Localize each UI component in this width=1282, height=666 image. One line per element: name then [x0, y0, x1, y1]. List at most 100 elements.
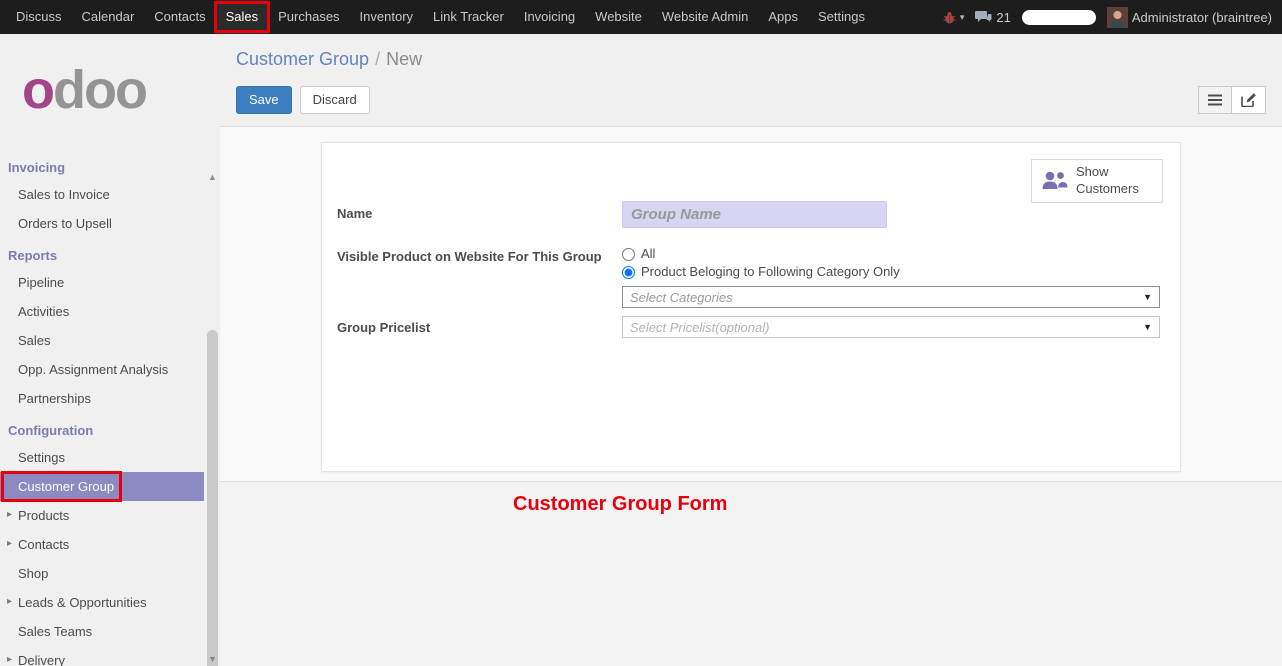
- sidebar-item-label: Partnerships: [18, 391, 91, 406]
- sidebar-item-sales-to-invoice[interactable]: Sales to Invoice: [0, 180, 204, 209]
- sidebar-scrollbar[interactable]: ▲ ▼: [206, 172, 219, 664]
- pricelist-placeholder: Select Pricelist(optional): [630, 320, 769, 335]
- sidebar-item-partnerships[interactable]: Partnerships: [0, 384, 204, 413]
- top-menu-purchases[interactable]: Purchases: [268, 0, 349, 34]
- categories-field-row: Select Categories ▼: [337, 286, 1158, 308]
- visibility-field-row: Visible Product on Website For This Grou…: [337, 244, 1158, 281]
- top-menu-apps[interactable]: Apps: [758, 0, 808, 34]
- sidebar-item-sales[interactable]: Sales: [0, 326, 204, 355]
- expand-caret-icon: ▸: [7, 596, 12, 607]
- sidebar-item-label: Opp. Assignment Analysis: [18, 362, 168, 377]
- visible-product-label: Visible Product on Website For This Grou…: [337, 244, 622, 264]
- progress-pill: [1022, 10, 1096, 25]
- sidebar-section-invoicing: Invoicing: [0, 150, 204, 180]
- app-window: DiscussCalendarContactsSalesPurchasesInv…: [0, 0, 1282, 666]
- caret-down-icon: ▾: [960, 12, 965, 23]
- categories-select[interactable]: Select Categories ▼: [622, 286, 1160, 308]
- expand-caret-icon: ▸: [7, 654, 12, 665]
- discard-button[interactable]: Discard: [300, 86, 370, 114]
- top-menu-inventory[interactable]: Inventory: [350, 0, 423, 34]
- sidebar-item-orders-to-upsell[interactable]: Orders to Upsell: [0, 209, 204, 238]
- radio-option-category[interactable]: Product Beloging to Following Category O…: [622, 263, 1158, 281]
- top-menu-website[interactable]: Website: [585, 0, 652, 34]
- expand-caret-icon: ▸: [7, 509, 12, 520]
- scrollbar-thumb[interactable]: [207, 330, 218, 666]
- sidebar-item-customer-group[interactable]: Customer Group: [0, 472, 204, 501]
- top-menu-contacts[interactable]: Contacts: [144, 0, 215, 34]
- top-menu-list: DiscussCalendarContactsSalesPurchasesInv…: [6, 0, 875, 34]
- sidebar-item-label: Customer Group: [18, 479, 114, 494]
- scroll-up-icon[interactable]: ▲: [206, 172, 219, 182]
- categories-label-spacer: [337, 286, 622, 291]
- name-input[interactable]: [622, 201, 887, 228]
- sidebar-item-label: Settings: [18, 450, 65, 465]
- list-view-button[interactable]: [1198, 86, 1232, 114]
- sidebar-section-reports: Reports: [0, 238, 204, 268]
- sidebar-item-settings[interactable]: Settings: [0, 443, 204, 472]
- edit-icon: [1241, 93, 1256, 107]
- sidebar-item-pipeline[interactable]: Pipeline: [0, 268, 204, 297]
- chevron-down-icon: ▼: [1143, 322, 1152, 332]
- sidebar-item-label: Activities: [18, 304, 69, 319]
- sidebar-item-delivery[interactable]: ▸ Delivery: [0, 646, 204, 666]
- top-menu-sales[interactable]: Sales: [216, 0, 269, 34]
- user-menu[interactable]: Administrator (braintree): [1107, 7, 1272, 28]
- main-area: Customer Group/New Save Discard: [220, 34, 1282, 666]
- breadcrumb-separator: /: [375, 49, 380, 69]
- topbar-right: ▾ 21 Administrator (braintree): [943, 7, 1282, 28]
- radio-category-label: Product Beloging to Following Category O…: [641, 263, 900, 281]
- pricelist-label: Group Pricelist: [337, 316, 622, 335]
- top-menu-settings[interactable]: Settings: [808, 0, 875, 34]
- show-customers-button[interactable]: Show Customers: [1031, 159, 1163, 203]
- top-menu-discuss[interactable]: Discuss: [6, 0, 72, 34]
- form-view: Show Customers Name Visible Product on W…: [220, 127, 1282, 481]
- topbar: DiscussCalendarContactsSalesPurchasesInv…: [0, 0, 1282, 34]
- sidebar-item-contacts[interactable]: ▸ Contacts: [0, 530, 204, 559]
- radio-category[interactable]: [622, 266, 635, 279]
- sidebar-item-label: Leads & Opportunities: [18, 595, 147, 610]
- chevron-down-icon: ▼: [1143, 292, 1152, 302]
- radio-all[interactable]: [622, 248, 635, 261]
- view-switcher: [1198, 86, 1266, 114]
- user-avatar: [1107, 7, 1128, 28]
- odoo-logo: odoo: [0, 34, 220, 146]
- sidebar-item-leads-opportunities[interactable]: ▸ Leads & Opportunities: [0, 588, 204, 617]
- user-name: Administrator (braintree): [1132, 10, 1272, 25]
- visibility-radio-group: All Product Beloging to Following Catego…: [622, 244, 1158, 281]
- action-buttons: Save Discard: [236, 86, 1266, 114]
- sidebar-item-label: Sales: [18, 333, 51, 348]
- form-view-button[interactable]: [1232, 86, 1266, 114]
- top-menu-calendar[interactable]: Calendar: [72, 0, 145, 34]
- sidebar-menu: InvoicingSales to InvoiceOrders to Upsel…: [0, 146, 204, 666]
- sidebar-item-opp-assignment-analysis[interactable]: Opp. Assignment Analysis: [0, 355, 204, 384]
- pricelist-select[interactable]: Select Pricelist(optional) ▼: [622, 316, 1160, 338]
- save-button[interactable]: Save: [236, 86, 292, 114]
- list-icon: [1208, 94, 1222, 106]
- sidebar-item-activities[interactable]: Activities: [0, 297, 204, 326]
- sidebar-item-label: Pipeline: [18, 275, 64, 290]
- scroll-down-icon[interactable]: ▼: [206, 654, 219, 664]
- sidebar-item-products[interactable]: ▸ Products: [0, 501, 204, 530]
- categories-placeholder: Select Categories: [630, 290, 733, 305]
- sidebar-section-configuration: Configuration: [0, 413, 204, 443]
- breadcrumb-parent[interactable]: Customer Group: [236, 49, 369, 69]
- messages-count: 21: [996, 10, 1010, 25]
- top-menu-website-admin[interactable]: Website Admin: [652, 0, 758, 34]
- messages-menu[interactable]: 21: [975, 10, 1010, 25]
- sidebar-item-label: Contacts: [18, 537, 69, 552]
- top-menu-invoicing[interactable]: Invoicing: [514, 0, 585, 34]
- name-field-row: Name: [337, 201, 1158, 228]
- sidebar-item-sales-teams[interactable]: Sales Teams: [0, 617, 204, 646]
- sidebar-item-label: Products: [18, 508, 69, 523]
- top-menu-link-tracker[interactable]: Link Tracker: [423, 0, 514, 34]
- control-panel: Customer Group/New Save Discard: [220, 34, 1282, 127]
- bug-icon: [943, 11, 956, 24]
- radio-option-all[interactable]: All: [622, 245, 1158, 263]
- debug-menu[interactable]: ▾: [943, 11, 965, 24]
- sidebar-item-shop[interactable]: Shop: [0, 559, 204, 588]
- radio-all-label: All: [641, 245, 655, 263]
- expand-caret-icon: ▸: [7, 538, 12, 549]
- sidebar-item-label: Shop: [18, 566, 48, 581]
- annotation-caption: Customer Group Form: [513, 493, 727, 516]
- sidebar-item-label: Delivery: [18, 653, 65, 666]
